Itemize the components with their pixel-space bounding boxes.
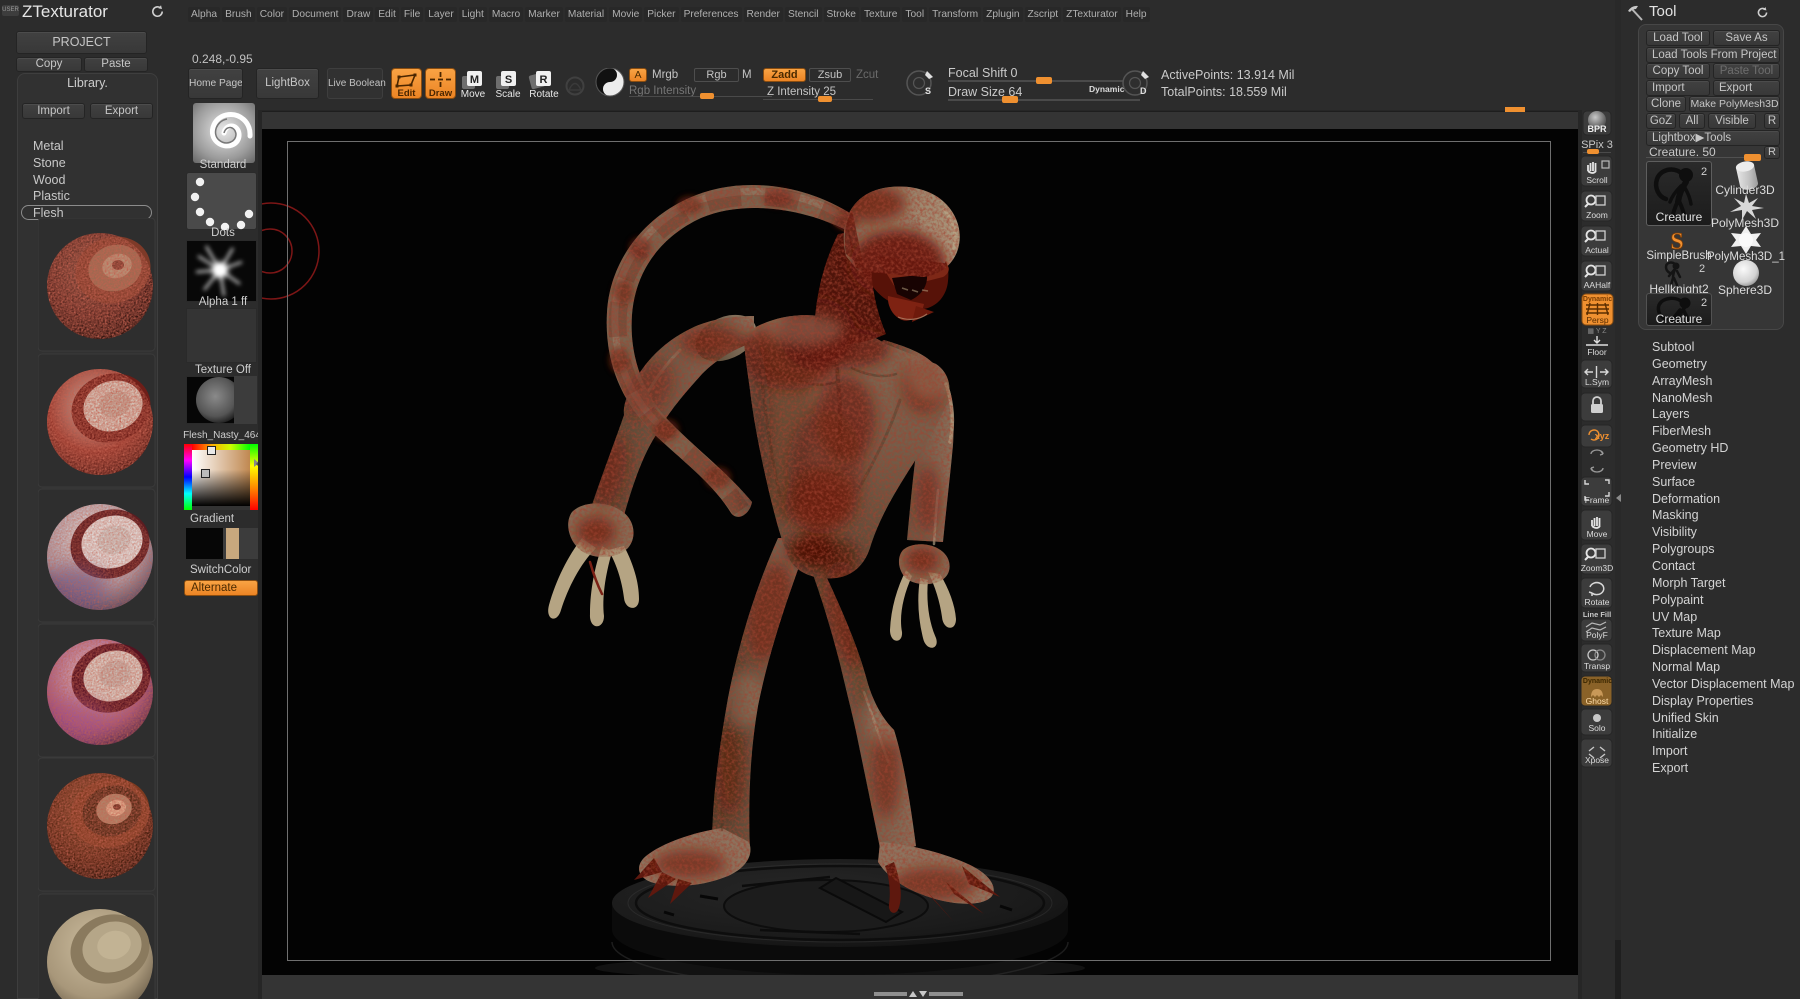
- svg-text:Line Fill: Line Fill: [1583, 610, 1611, 619]
- svg-text:Creature: Creature: [1656, 210, 1703, 224]
- svg-text:Dynamic: Dynamic: [1583, 296, 1612, 303]
- svg-text:xyz: xyz: [1595, 431, 1610, 441]
- svg-text:Edit: Edit: [398, 88, 417, 99]
- svg-text:M: M: [470, 74, 479, 86]
- svg-text:AAHalf: AAHalf: [1584, 280, 1611, 290]
- svg-text:Ghost: Ghost: [1586, 696, 1609, 706]
- svg-text:L.Sym: L.Sym: [1585, 377, 1609, 387]
- svg-text:PolyF: PolyF: [1586, 630, 1608, 640]
- svg-text:Creature: Creature: [1656, 312, 1703, 326]
- svg-text:S: S: [925, 86, 931, 96]
- svg-text:Move: Move: [1587, 529, 1608, 539]
- svg-text:Persp: Persp: [1586, 315, 1608, 325]
- svg-text:2: 2: [1699, 263, 1705, 275]
- svg-text:Frame: Frame: [1585, 495, 1610, 505]
- svg-text:2: 2: [1701, 166, 1707, 178]
- svg-text:▦ Y Z: ▦ Y Z: [1587, 328, 1607, 335]
- svg-text:Scale: Scale: [495, 89, 520, 100]
- svg-text:Dynamic: Dynamic: [1583, 678, 1612, 685]
- svg-text:Actual: Actual: [1585, 245, 1609, 255]
- svg-text:Move: Move: [461, 89, 486, 100]
- svg-text:Xpose: Xpose: [1585, 755, 1609, 765]
- svg-text:Transp: Transp: [1584, 661, 1610, 671]
- svg-text:R: R: [540, 74, 548, 86]
- svg-text:2: 2: [1701, 297, 1707, 309]
- svg-text:Floor: Floor: [1587, 347, 1607, 357]
- svg-text:Solo: Solo: [1588, 723, 1605, 733]
- svg-text:D: D: [1140, 86, 1147, 96]
- svg-text:Scroll: Scroll: [1586, 175, 1607, 185]
- svg-text:Zoom: Zoom: [1586, 210, 1608, 220]
- svg-text:Rotate: Rotate: [1584, 597, 1609, 607]
- svg-text:Zoom3D: Zoom3D: [1581, 563, 1614, 573]
- svg-text:Draw: Draw: [429, 88, 453, 99]
- svg-text:Rotate: Rotate: [529, 89, 559, 100]
- svg-text:S: S: [505, 74, 512, 86]
- svg-text:BPR: BPR: [1587, 124, 1607, 134]
